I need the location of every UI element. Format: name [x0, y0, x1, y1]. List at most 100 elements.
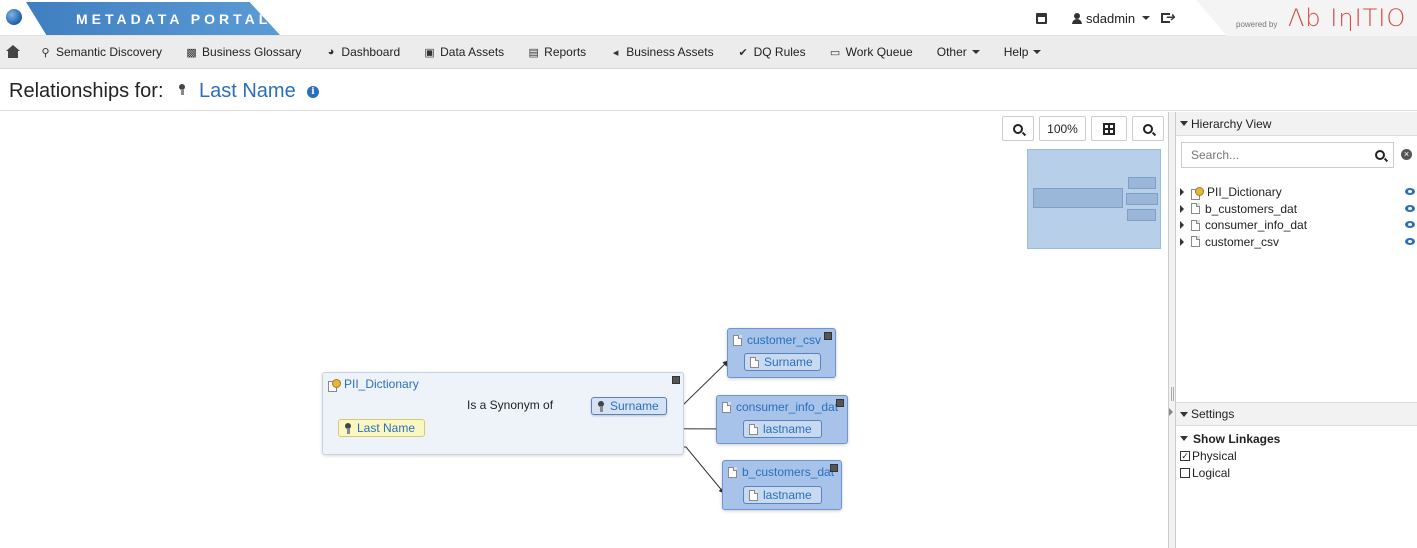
chevron-down-icon	[1142, 16, 1151, 20]
expand-arrow-icon[interactable]	[1180, 221, 1184, 230]
physical-checkbox[interactable]: ✓ Physical	[1180, 447, 1280, 464]
dataset-name[interactable]: consumer_info_dat	[736, 400, 838, 414]
info-icon[interactable]: i	[307, 86, 319, 98]
dictionary-icon	[328, 378, 341, 392]
subject-link[interactable]: Last Name	[199, 80, 296, 103]
nav-help-dropdown[interactable]: Help	[992, 36, 1054, 69]
minimap-node	[1033, 188, 1123, 208]
calendar-icon[interactable]	[1036, 0, 1048, 36]
nav-dashboard[interactable]: ◕ Dashboard	[313, 36, 412, 69]
dictionary-name[interactable]: PII_Dictionary	[344, 377, 419, 391]
checkbox-label: Logical	[1192, 465, 1231, 480]
term-last-name[interactable]: Last Name	[338, 419, 425, 437]
nav-business-glossary[interactable]: ▩ Business Glossary	[174, 36, 313, 69]
nav-semantic-discovery[interactable]: ⚲ Semantic Discovery	[28, 36, 174, 69]
file-icon	[728, 466, 737, 478]
username: sdadmin	[1086, 10, 1136, 26]
visibility-eye-icon[interactable]	[1405, 188, 1415, 195]
expand-icon[interactable]	[830, 464, 838, 472]
app-title: METADATA PORTAL	[76, 11, 272, 27]
visibility-eye-icon[interactable]	[1405, 204, 1415, 212]
search-icon: ⚲	[41, 46, 50, 59]
nav-label: Business Glossary	[202, 45, 302, 59]
vendor-branding: powered by Λb IηITIO	[1196, 0, 1417, 36]
hierarchy-view-header[interactable]: Hierarchy View	[1176, 112, 1417, 136]
graph-minimap[interactable]	[1027, 149, 1161, 249]
main-nav: ⚲ Semantic Discovery ▩ Business Glossary…	[0, 36, 1417, 69]
nav-label: Dashboard	[341, 45, 401, 59]
expand-arrow-icon[interactable]	[1180, 237, 1184, 246]
nav-work-queue[interactable]: ▭ Work Queue	[818, 36, 925, 69]
tree-node-b-customers-dat[interactable]: b_customers_dat	[1180, 201, 1415, 218]
tree-node-pii-dictionary[interactable]: PII_Dictionary	[1180, 184, 1415, 201]
fit-to-screen-button[interactable]	[1091, 116, 1127, 141]
hierarchy-search-input[interactable]	[1181, 142, 1368, 168]
hierarchy-tree: PII_Dictionary b_customers_dat consumer_…	[1180, 184, 1415, 250]
field-icon	[749, 489, 758, 501]
relationship-canvas[interactable]	[0, 112, 1168, 548]
portal-brand-banner[interactable]: METADATA PORTAL	[26, 2, 280, 35]
dashboard-icon: ◕	[327, 46, 335, 58]
settings-title: Settings	[1191, 407, 1235, 421]
nav-business-assets[interactable]: ◂ Business Assets	[598, 36, 725, 69]
nav-label: Semantic Discovery	[56, 45, 163, 59]
nav-reports[interactable]: ▤ Reports	[516, 36, 598, 69]
file-icon	[722, 401, 731, 413]
zoom-level: 100%	[1047, 121, 1078, 136]
tree-node-consumer-info-dat[interactable]: consumer_info_dat	[1180, 217, 1415, 234]
portal-globe-icon[interactable]	[6, 9, 22, 25]
dataset-header: consumer_info_dat	[722, 400, 838, 414]
nav-dq-rules[interactable]: ✔ DQ Rules	[726, 36, 818, 69]
dataset-name[interactable]: b_customers_dat	[742, 465, 834, 479]
file-icon	[1191, 219, 1200, 231]
checkbox-unchecked-icon[interactable]	[1180, 467, 1190, 478]
relationship-label: Is a Synonym of	[467, 398, 554, 412]
search-button[interactable]	[1367, 142, 1394, 168]
show-linkages-label: Show Linkages	[1193, 431, 1281, 446]
settings-header[interactable]: Settings	[1176, 402, 1417, 426]
expand-arrow-icon[interactable]	[1180, 188, 1184, 197]
logout-icon[interactable]	[1161, 0, 1177, 36]
zoom-out-button[interactable]	[1002, 116, 1034, 141]
field-label: lastname	[763, 488, 812, 502]
show-linkages-toggle[interactable]: Show Linkages	[1180, 430, 1280, 447]
expand-icon[interactable]	[824, 332, 832, 340]
file-icon	[1191, 236, 1200, 248]
zoom-level-display[interactable]: 100%	[1039, 116, 1086, 141]
tree-node-customer-csv[interactable]: customer_csv	[1180, 234, 1415, 251]
user-menu[interactable]: sdadmin	[1072, 0, 1151, 36]
zoom-in-button[interactable]	[1132, 116, 1164, 141]
term-label: Surname	[610, 399, 659, 413]
field-lastname[interactable]: lastname	[743, 420, 822, 438]
expand-arrow-icon[interactable]	[1180, 204, 1184, 213]
field-icon	[750, 356, 759, 368]
expand-icon[interactable]	[672, 376, 680, 384]
field-lastname[interactable]: lastname	[743, 486, 822, 504]
zoom-in-icon	[1143, 123, 1153, 134]
right-panel: Hierarchy View × PII_Dictionary b_custom…	[1176, 112, 1417, 548]
home-icon[interactable]	[4, 45, 28, 59]
tree-node-label: consumer_info_dat	[1205, 218, 1308, 233]
panel-splitter[interactable]	[1168, 112, 1176, 548]
ab-initio-logo: Λb IηITIO	[1288, 4, 1407, 32]
visibility-eye-icon[interactable]	[1405, 221, 1415, 228]
nav-label: Help	[1003, 45, 1029, 59]
dataset-header: b_customers_dat	[728, 465, 834, 479]
folder-icon: ▣	[424, 46, 435, 59]
visibility-eye-icon[interactable]	[1405, 237, 1415, 245]
dictionary-icon	[1191, 186, 1204, 200]
dataset-name[interactable]: customer_csv	[747, 333, 821, 347]
caret-down-icon	[1033, 50, 1042, 54]
nav-other-dropdown[interactable]: Other	[925, 36, 992, 69]
nav-label: Other	[936, 45, 967, 59]
field-surname[interactable]: Surname	[744, 353, 821, 371]
business-term-icon	[178, 84, 190, 99]
checkbox-checked-icon[interactable]: ✓	[1180, 450, 1190, 461]
clear-search-icon[interactable]: ×	[1401, 149, 1412, 160]
term-label: Last Name	[357, 421, 416, 435]
expand-icon[interactable]	[836, 399, 844, 407]
page-title-bar: Relationships for: Last Name	[0, 70, 1417, 111]
logical-checkbox[interactable]: Logical	[1180, 464, 1280, 481]
term-surname[interactable]: Surname	[591, 397, 667, 415]
nav-data-assets[interactable]: ▣ Data Assets	[412, 36, 516, 69]
